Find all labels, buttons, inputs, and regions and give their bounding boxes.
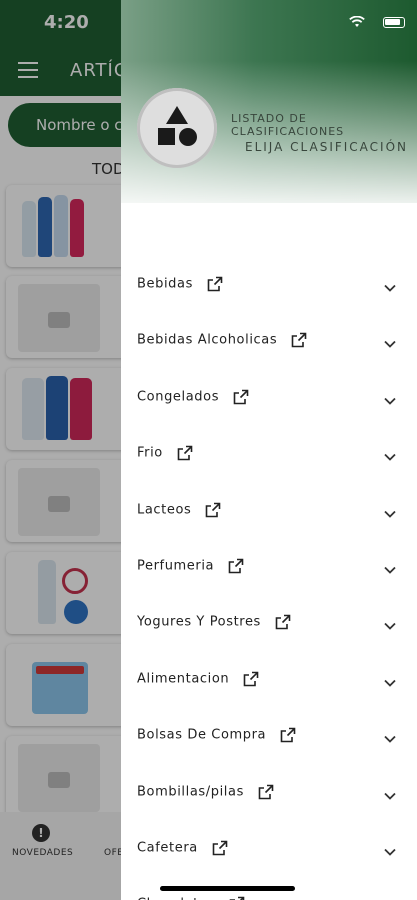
chevron-down-icon[interactable] bbox=[383, 278, 397, 292]
category-list: Bebidas Bebidas Alcoholicas Congelados Frio… bbox=[121, 256, 417, 900]
open-link-icon[interactable] bbox=[228, 558, 244, 574]
category-item[interactable]: Lacteos bbox=[121, 482, 417, 538]
category-label: Yogures Y Postres bbox=[137, 614, 291, 630]
category-item[interactable]: Bebidas bbox=[121, 256, 417, 312]
category-text: Congelados bbox=[137, 389, 220, 405]
category-text: Lacteos bbox=[137, 502, 192, 518]
category-item[interactable]: Bebidas Alcoholicas bbox=[121, 312, 417, 368]
category-text: Frio bbox=[137, 445, 163, 461]
category-label: Congelados bbox=[137, 389, 249, 405]
open-link-icon[interactable] bbox=[229, 896, 245, 900]
category-label: Cafetera bbox=[137, 840, 228, 856]
category-item[interactable]: Cafetera bbox=[121, 820, 417, 876]
category-item[interactable]: Bombillas/pilas bbox=[121, 764, 417, 820]
home-indicator bbox=[160, 886, 295, 891]
chevron-down-icon[interactable] bbox=[383, 616, 397, 631]
open-link-icon[interactable] bbox=[258, 784, 274, 800]
drawer-subtitle: ELIJA CLASIFICACIÓN bbox=[245, 140, 409, 154]
open-link-icon[interactable] bbox=[233, 389, 249, 405]
category-text: Yogures Y Postres bbox=[137, 614, 261, 630]
drawer-title: LISTADO DE CLASIFICACIONES bbox=[231, 112, 345, 138]
category-text: Bebidas Alcoholicas bbox=[137, 332, 278, 348]
open-link-icon[interactable] bbox=[243, 671, 259, 687]
shapes-icon bbox=[137, 88, 217, 168]
chevron-down-icon[interactable] bbox=[383, 729, 397, 743]
open-link-icon[interactable] bbox=[177, 445, 193, 461]
category-text: Alimentacion bbox=[137, 671, 230, 687]
category-text: Cafetera bbox=[137, 840, 198, 856]
open-link-icon[interactable] bbox=[212, 840, 228, 856]
category-label: Bombillas/pilas bbox=[137, 784, 274, 800]
open-link-icon[interactable] bbox=[291, 332, 307, 348]
chevron-down-icon[interactable] bbox=[383, 504, 397, 518]
category-item[interactable]: Perfumeria bbox=[121, 538, 417, 594]
chevron-down-icon[interactable] bbox=[383, 842, 397, 856]
category-text: Bombillas/pilas bbox=[137, 784, 244, 800]
wifi-icon bbox=[349, 16, 365, 27]
open-link-icon[interactable] bbox=[207, 276, 223, 292]
battery-icon bbox=[383, 17, 405, 28]
category-text: Bolsas De Compra bbox=[137, 727, 267, 743]
open-link-icon[interactable] bbox=[275, 614, 291, 630]
navigation-drawer: LISTADO DE CLASIFICACIONES ELIJA CLASIFI… bbox=[121, 0, 417, 900]
category-label: Alimentacion bbox=[137, 671, 259, 687]
chevron-down-icon[interactable] bbox=[383, 673, 397, 687]
open-link-icon[interactable] bbox=[280, 727, 296, 743]
category-label: Bebidas Alcoholicas bbox=[137, 332, 307, 348]
category-text: Perfumeria bbox=[137, 558, 215, 574]
category-label: Lacteos bbox=[137, 502, 221, 518]
category-item[interactable]: Yogures Y Postres bbox=[121, 594, 417, 650]
category-label: Bebidas bbox=[137, 276, 223, 292]
category-label: Bolsas De Compra bbox=[137, 727, 296, 743]
category-item[interactable]: Frio bbox=[121, 425, 417, 481]
chevron-down-icon[interactable] bbox=[383, 560, 397, 574]
category-label: Frio bbox=[137, 445, 193, 461]
chevron-down-icon[interactable] bbox=[383, 391, 397, 405]
chevron-down-icon[interactable] bbox=[383, 786, 397, 800]
category-item[interactable]: Bolsas De Compra bbox=[121, 707, 417, 763]
category-text: Bebidas bbox=[137, 276, 193, 292]
category-label: Perfumeria bbox=[137, 558, 244, 574]
chevron-down-icon[interactable] bbox=[383, 447, 397, 461]
category-item[interactable]: Alimentacion bbox=[121, 651, 417, 707]
category-label: Chocolates bbox=[137, 896, 245, 900]
open-link-icon[interactable] bbox=[205, 502, 221, 518]
chevron-down-icon[interactable] bbox=[383, 334, 397, 349]
category-item[interactable]: Congelados bbox=[121, 369, 417, 425]
